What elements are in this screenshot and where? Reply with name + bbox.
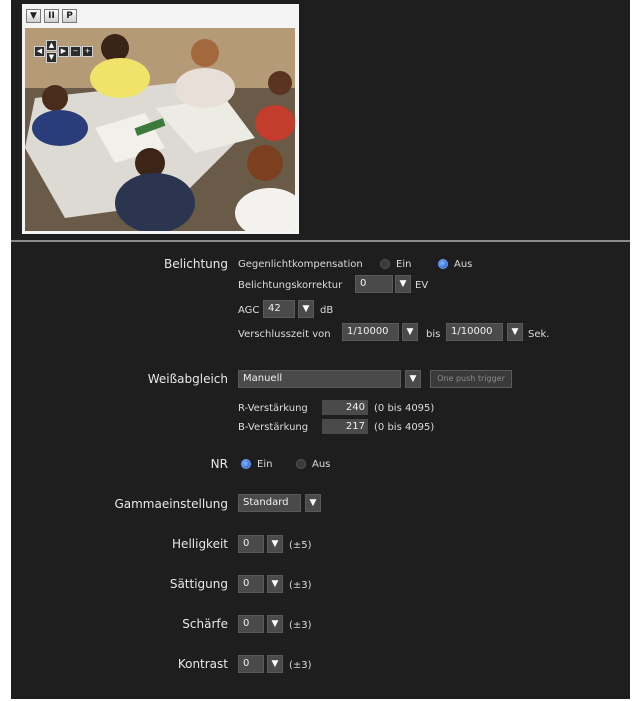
gegenlicht-aus-radio[interactable]	[438, 259, 448, 269]
gamma-dropdown-arrow[interactable]: ▼	[305, 494, 321, 512]
schaerfe-label: Schärfe	[182, 617, 228, 631]
gegenlicht-ein-radio[interactable]	[380, 259, 390, 269]
korrektur-label: Belichtungskorrektur	[238, 280, 343, 291]
nr-label: NR	[210, 457, 228, 471]
b-verstaerkung-range: (0 bis 4095)	[374, 422, 435, 433]
verschluss-unit: Sek.	[528, 329, 550, 340]
helligkeit-range: (±5)	[289, 540, 312, 551]
kontrast-range: (±3)	[289, 660, 312, 671]
pan-left-button[interactable]: ◀	[34, 46, 45, 57]
one-push-trigger-button[interactable]: One push trigger	[430, 370, 512, 388]
verschluss-from-dropdown-arrow[interactable]: ▼	[402, 323, 418, 341]
pan-right-button[interactable]: ▶	[58, 46, 69, 57]
r-verstaerkung-label: R-Verstärkung	[238, 403, 308, 414]
agc-dropdown-arrow[interactable]: ▼	[298, 300, 314, 318]
camera-toolbar: ▼ II P	[26, 9, 77, 24]
korrektur-select[interactable]: 0	[355, 275, 393, 293]
gamma-label: Gammaeinstellung	[114, 497, 228, 511]
section-divider	[11, 240, 630, 242]
kontrast-select[interactable]: 0	[238, 655, 264, 673]
weissabgleich-dropdown-arrow[interactable]: ▼	[405, 370, 421, 388]
korrektur-unit: EV	[415, 280, 429, 291]
schaerfe-dropdown-arrow[interactable]: ▼	[267, 615, 283, 633]
weissabgleich-label: Weißabgleich	[147, 372, 228, 386]
agc-unit: dB	[320, 305, 334, 316]
helligkeit-label: Helligkeit	[172, 537, 228, 551]
nr-aus-radio[interactable]	[296, 459, 306, 469]
korrektur-dropdown-arrow[interactable]: ▼	[395, 275, 411, 293]
zoom-in-button[interactable]: +	[82, 46, 93, 57]
r-verstaerkung-range: (0 bis 4095)	[374, 403, 435, 414]
b-verstaerkung-input[interactable]: 217	[322, 419, 368, 434]
helligkeit-dropdown-arrow[interactable]: ▼	[267, 535, 283, 553]
tilt-up-button[interactable]: ▲	[46, 40, 57, 51]
gamma-select[interactable]: Standard	[238, 494, 301, 512]
preset-button[interactable]: P	[62, 9, 77, 23]
zoom-out-button[interactable]: −	[70, 46, 81, 57]
helligkeit-select[interactable]: 0	[238, 535, 264, 553]
verschluss-to-dropdown-arrow[interactable]: ▼	[507, 323, 523, 341]
saettigung-select[interactable]: 0	[238, 575, 264, 593]
agc-select[interactable]: 42	[263, 300, 295, 318]
gegenlicht-ein-label: Ein	[396, 259, 412, 270]
gegenlicht-label: Gegenlichtkompensation	[238, 259, 363, 270]
nr-ein-label: Ein	[257, 459, 273, 470]
verschluss-to-select[interactable]: 1/10000	[446, 323, 503, 341]
saettigung-label: Sättigung	[169, 577, 228, 591]
menu-toggle-button[interactable]: ▼	[26, 9, 41, 23]
schaerfe-range: (±3)	[289, 620, 312, 631]
nr-aus-label: Aus	[312, 459, 331, 470]
saettigung-dropdown-arrow[interactable]: ▼	[267, 575, 283, 593]
gegenlicht-aus-label: Aus	[454, 259, 473, 270]
r-verstaerkung-input[interactable]: 240	[322, 400, 368, 415]
verschluss-label: Verschlusszeit von	[238, 329, 331, 340]
belichtung-label: Belichtung	[163, 257, 228, 271]
pause-button[interactable]: II	[44, 9, 59, 23]
kontrast-label: Kontrast	[177, 657, 228, 671]
schaerfe-select[interactable]: 0	[238, 615, 264, 633]
nr-ein-radio[interactable]	[241, 459, 251, 469]
weissabgleich-select[interactable]: Manuell	[238, 370, 401, 388]
verschluss-bis-label: bis	[426, 329, 441, 340]
b-verstaerkung-label: B-Verstärkung	[238, 422, 309, 433]
ptz-control: ◀ ▲ ▼ ▶ − +	[34, 40, 93, 63]
saettigung-range: (±3)	[289, 580, 312, 591]
verschluss-from-select[interactable]: 1/10000	[342, 323, 399, 341]
tilt-down-button[interactable]: ▼	[46, 52, 57, 63]
kontrast-dropdown-arrow[interactable]: ▼	[267, 655, 283, 673]
agc-label: AGC	[238, 305, 260, 316]
